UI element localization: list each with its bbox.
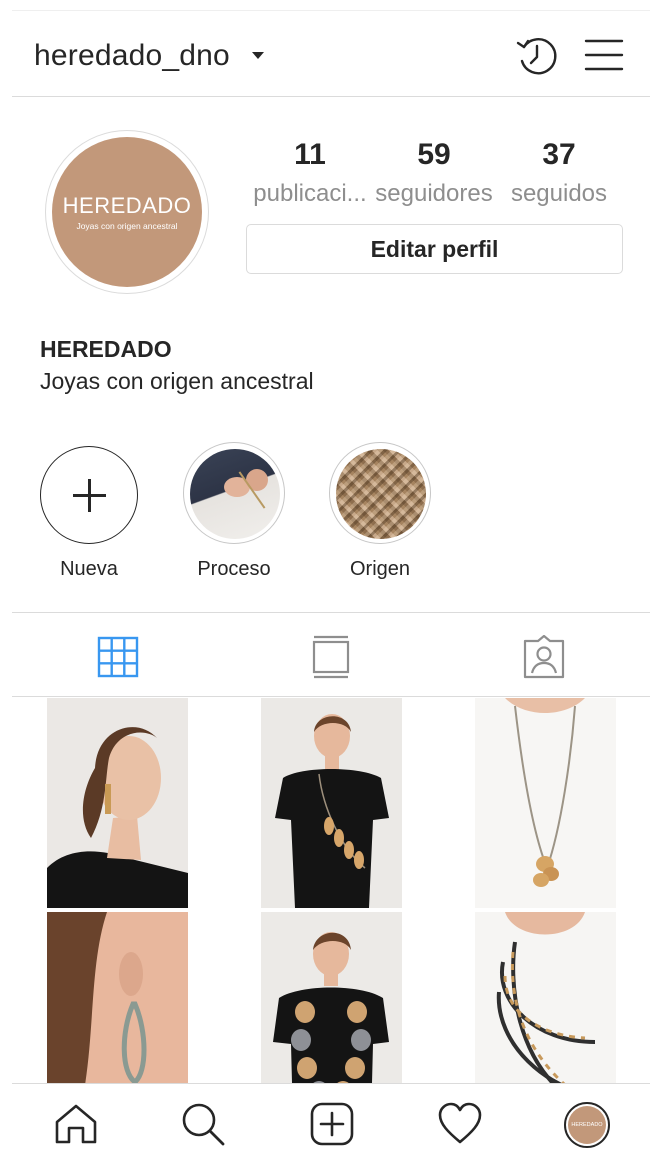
home-icon[interactable] [52,1100,100,1148]
chevron-down-icon[interactable] [252,52,264,59]
add-post-icon[interactable] [308,1100,356,1148]
post-thumbnail[interactable] [47,912,188,1083]
tagged-person-icon[interactable] [522,635,566,679]
highlight-label: Nueva [60,558,118,580]
app-screen: heredado_dno HEREDADO Joyas con origen a… [12,10,650,1159]
edit-profile-button[interactable]: Editar perfil [246,224,623,274]
highlight-new-circle[interactable] [40,446,138,544]
bio-text: Joyas con origen ancestral [40,368,314,394]
avatar-brand-text: HEREDADO [62,193,192,218]
stat-posts[interactable]: 11 publicaci... [246,138,374,208]
highlight-origen[interactable]: Origen [320,442,440,581]
highlight-label: Proceso [197,558,271,580]
bottom-navigation: HEREDADO [12,1083,650,1159]
bio-name: HEREDADO [40,336,172,362]
heart-icon[interactable] [436,1100,484,1148]
profile-header: heredado_dno [12,10,650,97]
post-grid [12,697,650,1083]
avatar-tagline: Joyas con origen ancestral [76,221,178,231]
profile-tabs [12,613,650,697]
archive-history-icon[interactable] [514,33,560,79]
avatar-logo: HEREDADO Joyas con origen ancestral [52,137,202,287]
stat-following-label: seguidos [510,180,608,207]
stat-followers-label: seguidores [375,180,493,207]
stat-posts-count: 11 [294,138,326,171]
highlight-new[interactable]: Nueva [29,446,149,581]
post-thumbnail[interactable] [261,912,402,1083]
stat-following[interactable]: 37 seguidos [495,138,623,208]
highlight-thumbnail[interactable] [183,442,285,544]
username-switcher[interactable]: heredado_dno [34,39,230,73]
profile-avatar[interactable]: HEREDADO Joyas con origen ancestral [45,130,209,294]
post-thumbnail[interactable] [475,912,616,1083]
stat-followers[interactable]: 59 seguidores [370,138,498,208]
post-thumbnail[interactable] [47,698,188,908]
stat-following-count: 37 [542,138,576,171]
feed-icon[interactable] [309,635,353,679]
grid-icon[interactable] [96,635,140,679]
highlight-proceso[interactable]: Proceso [174,442,294,581]
highlight-label: Origen [349,558,411,580]
highlight-thumbnail[interactable] [329,442,431,544]
menu-icon[interactable] [584,37,624,73]
post-thumbnail[interactable] [475,698,616,908]
post-thumbnail[interactable] [261,698,402,908]
stat-posts-label: publicaci... [253,180,367,207]
profile-avatar[interactable]: HEREDADO [564,1102,610,1148]
stat-followers-count: 59 [417,138,451,171]
search-icon[interactable] [179,1100,227,1148]
profile-avatar-mini: HEREDADO [568,1106,606,1144]
